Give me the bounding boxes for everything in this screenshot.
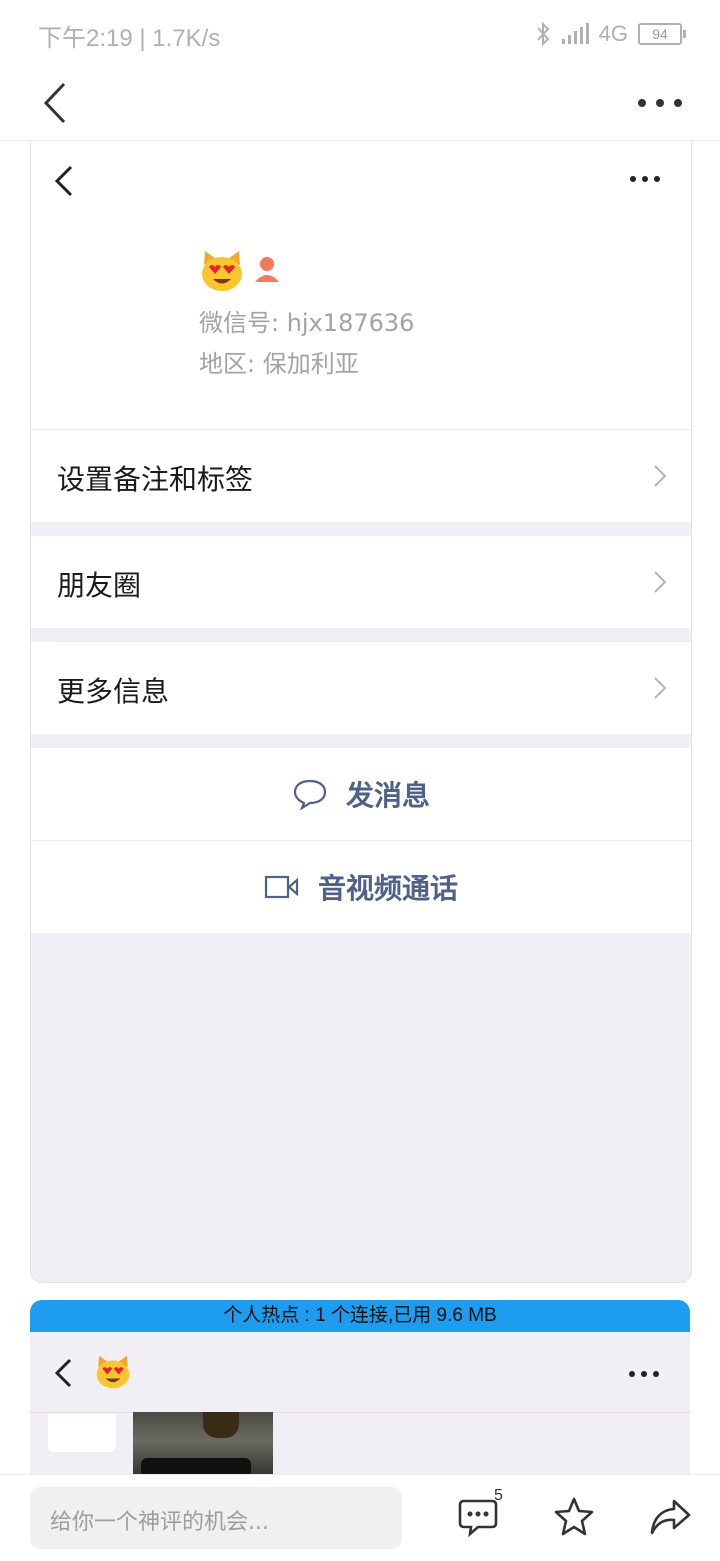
- region: 地区: 保加利亚: [199, 350, 359, 378]
- bottom-action-bar: 给你一个神评的机会... 5: [0, 1474, 720, 1561]
- message-bubble: [48, 1414, 116, 1452]
- heart-eyes-cat-emoji: [96, 1355, 130, 1389]
- profile-header: 微信号: hjx187636 地区: 保加利亚: [31, 141, 691, 429]
- share-icon[interactable]: [648, 1495, 692, 1539]
- status-time-speed: 下午2:19 | 1.7K/s: [38, 25, 221, 52]
- chat-back-icon[interactable]: [52, 1356, 76, 1390]
- video-camera-icon: [264, 875, 299, 899]
- chevron-right-icon: [654, 465, 667, 487]
- more-info-row[interactable]: 更多信息: [31, 642, 691, 734]
- profile-card: 微信号: hjx187636 地区: 保加利亚 设置备注和标签 朋友圈 更多信息…: [30, 141, 692, 1283]
- message-photo[interactable]: [133, 1412, 273, 1482]
- video-call-label: 音视频通话: [317, 872, 458, 905]
- more-icon[interactable]: [636, 88, 684, 118]
- inner-back-icon[interactable]: [51, 163, 77, 199]
- hotspot-banner: 个人热点 : 1 个连接,已用 9.6 MB: [30, 1300, 690, 1332]
- comment-input[interactable]: 给你一个神评的机会...: [30, 1487, 402, 1549]
- remark-tags-row[interactable]: 设置备注和标签: [31, 430, 691, 522]
- chevron-right-icon: [654, 571, 667, 593]
- divider: [30, 1412, 690, 1413]
- comment-placeholder: 给你一个神评的机会...: [50, 1510, 269, 1535]
- star-icon[interactable]: [552, 1495, 596, 1539]
- video-call-button[interactable]: 音视频通话: [31, 841, 691, 933]
- remark-tags-label: 设置备注和标签: [57, 463, 254, 496]
- more-info-label: 更多信息: [57, 675, 170, 708]
- moments-row[interactable]: 朋友圈: [31, 536, 691, 628]
- signal-icon: [561, 23, 589, 44]
- gender-person-icon: [255, 257, 279, 282]
- send-message-button[interactable]: 发消息: [31, 748, 691, 840]
- bluetooth-icon: [536, 21, 550, 47]
- inner-more-icon[interactable]: [629, 171, 661, 187]
- chevron-right-icon: [654, 677, 667, 699]
- chat-more-icon[interactable]: [628, 1366, 660, 1382]
- top-navigation: [0, 68, 720, 141]
- back-icon[interactable]: [38, 74, 78, 134]
- comment-count-badge: 5: [494, 1487, 503, 1504]
- battery-icon: 94: [638, 23, 686, 45]
- network-type: 4G: [598, 21, 628, 46]
- wechat-id: 微信号: hjx187636: [199, 309, 415, 337]
- heart-eyes-cat-emoji: [202, 251, 242, 291]
- status-bar: 下午2:19 | 1.7K/s 4G 94: [0, 0, 720, 68]
- send-message-label: 发消息: [345, 779, 430, 812]
- chat-bubble-icon: [293, 779, 327, 810]
- status-icons: 4G 94: [535, 20, 686, 48]
- moments-label: 朋友圈: [57, 569, 142, 602]
